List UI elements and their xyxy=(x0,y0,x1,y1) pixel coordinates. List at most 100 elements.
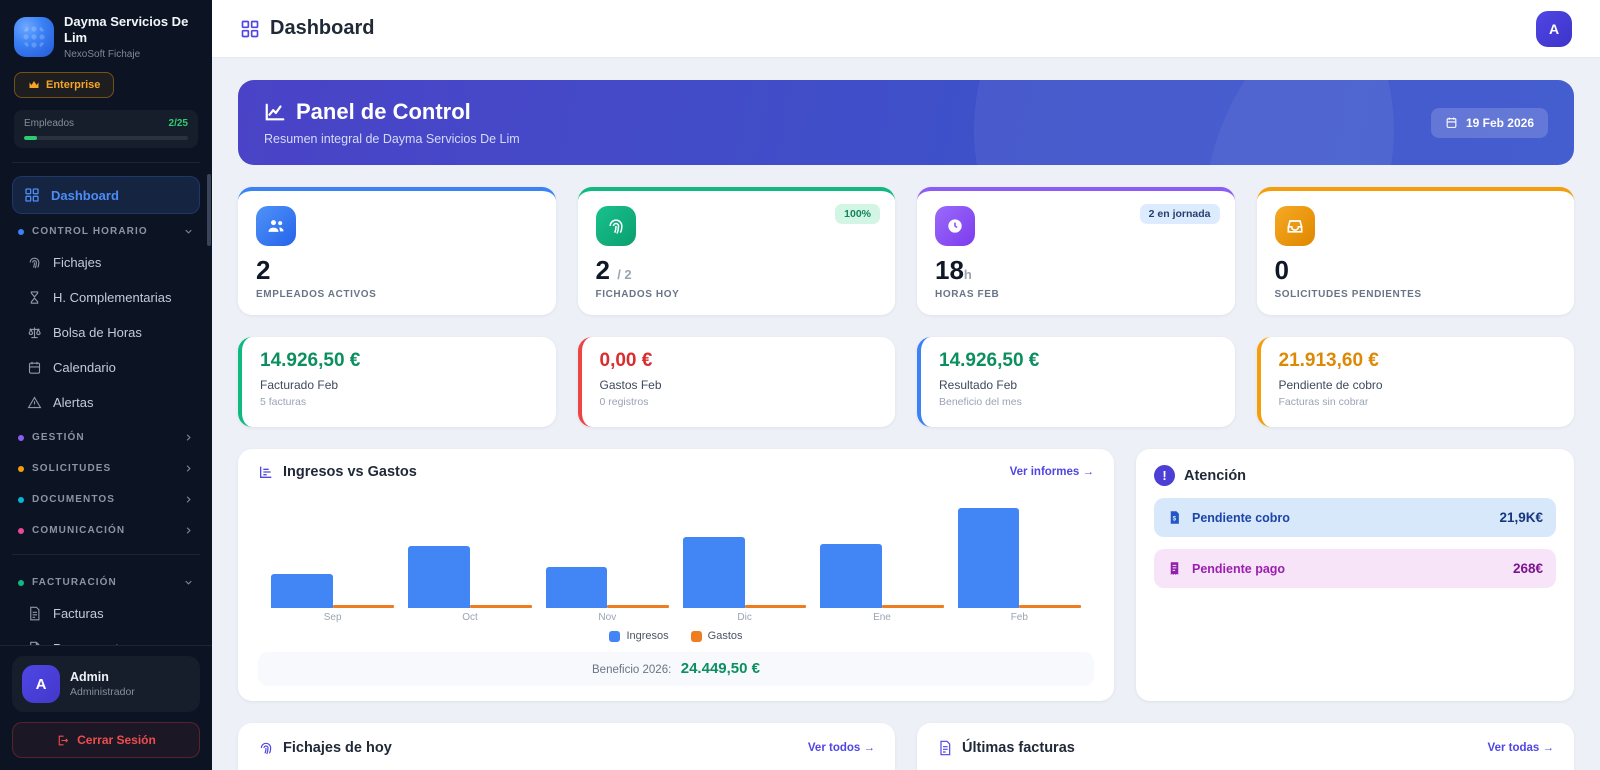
finance-sub: 5 facturas xyxy=(260,396,307,408)
gastos-bar[interactable] xyxy=(469,605,532,608)
section-dot xyxy=(18,228,24,235)
banner-title: Panel de Control xyxy=(264,99,520,125)
main-area: Dashboard A Panel de Control Resumen int… xyxy=(212,0,1600,770)
section-facturacion[interactable]: FACTURACIÓN xyxy=(12,565,200,596)
date-chip[interactable]: 19 Feb 2026 xyxy=(1430,107,1548,138)
bar-chart-icon xyxy=(258,464,274,480)
gastos-bar[interactable] xyxy=(332,605,395,608)
ver-todos-link[interactable]: Ver todos → xyxy=(808,742,875,754)
section-dot xyxy=(18,465,24,472)
ingresos-bar[interactable] xyxy=(682,537,745,608)
finance-card-pendiente-cobro[interactable]: 21.913,60 € Pendiente de cobro Facturas … xyxy=(1256,337,1574,427)
clock-icon xyxy=(935,206,975,246)
gastos-bar[interactable] xyxy=(607,605,670,608)
finance-row: 14.926,50 € Facturado Feb 5 facturas 0,0… xyxy=(238,337,1574,427)
pendiente-pago-row[interactable]: Pendiente pago 268€ xyxy=(1154,549,1556,588)
usage-value: 2/25 xyxy=(168,117,188,129)
sidebar-item-dashboard[interactable]: Dashboard xyxy=(12,176,200,215)
finance-amount: 0,00 € xyxy=(599,350,653,371)
ver-todas-link[interactable]: Ver todas → xyxy=(1488,742,1554,754)
ingresos-bar[interactable] xyxy=(957,508,1020,608)
hourglass-icon xyxy=(27,290,42,305)
section-gestion[interactable]: GESTIÓN xyxy=(12,420,200,451)
sidebar-item-presupuestos[interactable]: Presupuestos xyxy=(16,631,200,645)
sidebar-item-calendario[interactable]: Calendario xyxy=(16,350,200,385)
section-dot xyxy=(18,579,24,586)
legend-item[interactable]: Gastos xyxy=(690,630,743,642)
status-badge: 2 en jornada xyxy=(1139,204,1220,224)
bar-group: Feb xyxy=(951,492,1088,624)
calendar-icon xyxy=(27,360,42,375)
stat-card-horas-feb[interactable]: 2 en jornada 18h HORAS FEB xyxy=(917,187,1235,315)
pendiente-cobro-row[interactable]: $ Pendiente cobro 21,9K€ xyxy=(1154,498,1556,537)
bar-group: Sep xyxy=(264,492,401,624)
avatar[interactable]: A xyxy=(1536,10,1572,47)
fichajes-de-hoy-card: Fichajes de hoy Ver todos → xyxy=(238,723,895,770)
beneficio-value: 24.449,50 € xyxy=(680,660,760,677)
usage-progress-track xyxy=(24,135,188,140)
ingresos-bar[interactable] xyxy=(408,546,470,608)
gastos-bar[interactable] xyxy=(1019,605,1082,608)
user-name: Admin xyxy=(70,670,109,684)
ingresos-bar[interactable] xyxy=(270,574,333,608)
sidebar-item-bolsa-de-horas[interactable]: Bolsa de Horas xyxy=(16,315,200,350)
fingerprint-icon xyxy=(27,255,42,270)
finance-amount: 14.926,50 € xyxy=(939,350,1040,371)
sidebar-item-alertas[interactable]: Alertas xyxy=(16,385,200,420)
calendar-icon xyxy=(1446,117,1457,128)
document-icon xyxy=(27,641,42,645)
stats-row: 2 EMPLEADOS ACTIVOS 100% 2 / 2 FICHADOS … xyxy=(238,187,1574,315)
x-tick-label: Dic xyxy=(737,612,752,623)
chart-legend: Ingresos Gastos xyxy=(258,630,1094,642)
stat-card-fichados-hoy[interactable]: 100% 2 / 2 FICHADOS HOY xyxy=(577,187,895,315)
stat-value: 0 xyxy=(1274,255,1289,285)
section-control-horario[interactable]: CONTROL HORARIO xyxy=(12,214,200,245)
finance-amount: 14.926,50 € xyxy=(260,350,361,371)
bar-group: Oct xyxy=(401,492,538,624)
user-role: Administrador xyxy=(70,686,135,698)
gastos-bar[interactable] xyxy=(881,605,944,608)
atencion-title: ! Atención xyxy=(1154,465,1246,486)
svg-text:$: $ xyxy=(1173,516,1177,523)
section-solicitudes[interactable]: SOLICITUDES xyxy=(12,451,200,482)
gastos-bar[interactable] xyxy=(744,605,807,608)
legend-item[interactable]: Ingresos xyxy=(609,630,669,642)
logout-button[interactable]: Cerrar Sesión xyxy=(12,722,200,758)
user-card[interactable]: A Admin Administrador xyxy=(12,656,200,712)
topbar: Dashboard A xyxy=(212,0,1600,58)
users-icon xyxy=(256,206,296,246)
legend-swatch xyxy=(609,630,621,642)
sidebar-item-facturas[interactable]: Facturas xyxy=(16,596,200,631)
scales-icon xyxy=(27,325,42,340)
fichajes-hoy-title: Fichajes de hoy xyxy=(258,740,392,756)
ultimas-facturas-card: Últimas facturas Ver todas → xyxy=(917,723,1574,770)
finance-sub: Beneficio del mes xyxy=(939,396,1022,408)
stat-label: FICHADOS HOY xyxy=(595,289,680,300)
chart-plot: Sep Oct Nov Dic Ene Feb xyxy=(258,492,1094,624)
section-dot xyxy=(18,527,24,534)
finance-card-resultado[interactable]: 14.926,50 € Resultado Feb Beneficio del … xyxy=(917,337,1235,427)
logout-icon xyxy=(58,735,69,745)
sidebar-item-fichajes[interactable]: Fichajes xyxy=(16,245,200,280)
finance-card-gastos[interactable]: 0,00 € Gastos Feb 0 registros xyxy=(577,337,895,427)
x-tick-label: Nov xyxy=(598,612,617,623)
sidebar-item-h-complementarias[interactable]: H. Complementarias xyxy=(16,280,200,315)
line-chart-icon xyxy=(265,103,285,121)
finance-label: Resultado Feb xyxy=(939,378,1018,392)
sidebar-scrollbar[interactable] xyxy=(207,174,211,247)
chart-title: Ingresos vs Gastos xyxy=(258,464,417,480)
finance-sub: 0 registros xyxy=(599,396,649,408)
stat-card-solicitudes-pendientes[interactable]: 0 SOLICITUDES PENDIENTES xyxy=(1256,187,1574,315)
stat-card-empleados-activos[interactable]: 2 EMPLEADOS ACTIVOS xyxy=(238,187,556,315)
usage-label: Empleados xyxy=(24,117,75,129)
invoice-icon xyxy=(27,606,42,621)
finance-amount: 21.913,60 € xyxy=(1278,350,1379,371)
finance-card-facturado[interactable]: 14.926,50 € Facturado Feb 5 facturas xyxy=(238,337,556,427)
ingresos-bar[interactable] xyxy=(820,544,882,608)
crown-icon xyxy=(29,80,39,88)
legend-label: Gastos xyxy=(707,630,743,642)
ingresos-bar[interactable] xyxy=(545,567,608,608)
section-documentos[interactable]: DOCUMENTOS xyxy=(12,482,200,513)
section-comunicacion[interactable]: COMUNICACIÓN xyxy=(12,513,200,544)
ver-informes-link[interactable]: Ver informes → xyxy=(1010,466,1094,478)
